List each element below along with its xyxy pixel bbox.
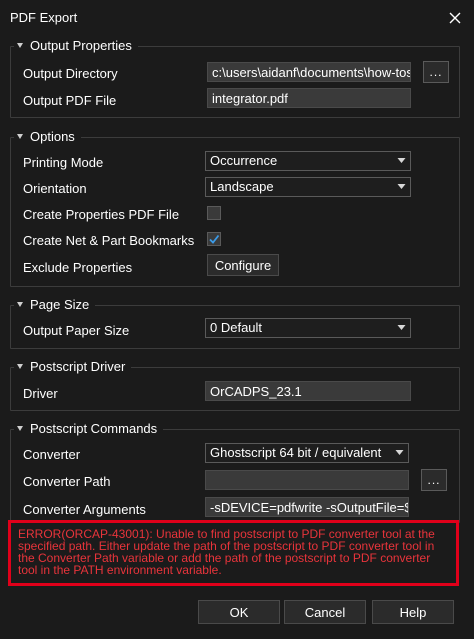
output-directory-label: Output Directory <box>23 66 118 81</box>
orientation-value: Landscape <box>210 179 274 194</box>
converter-arguments-input[interactable]: -sDEVICE=pdfwrite -sOutputFile=$::ca <box>205 497 409 517</box>
converter-path-label: Converter Path <box>23 474 111 489</box>
postscript-commands-title: Postscript Commands <box>30 421 158 436</box>
converter-value: Ghostscript 64 bit / equivalent <box>210 445 382 460</box>
output-paper-size-select[interactable]: 0 Default <box>205 318 411 338</box>
window-title: PDF Export <box>10 10 78 25</box>
output-pdf-file-input[interactable]: integrator.pdf <box>207 88 411 108</box>
error-message-box: ERROR(ORCAP-43001): Unable to find posts… <box>8 520 459 586</box>
collapse-caret-icon <box>17 133 23 139</box>
create-properties-checkbox[interactable] <box>207 206 221 220</box>
cancel-button[interactable]: Cancel <box>284 600 366 624</box>
page-size-title: Page Size <box>30 297 90 312</box>
ok-button[interactable]: OK <box>198 600 280 624</box>
output-paper-size-value: 0 Default <box>210 320 263 335</box>
collapse-caret-icon <box>17 425 23 431</box>
exclude-properties-label: Exclude Properties <box>23 260 133 275</box>
output-directory-input[interactable]: c:\users\aidanf\documents\how-tos\li <box>207 62 411 82</box>
postscript-driver-header[interactable]: Postscript Driver <box>14 359 132 374</box>
collapse-caret-icon <box>17 301 23 307</box>
chevron-down-icon <box>397 325 406 330</box>
orientation-select[interactable]: Landscape <box>205 177 411 197</box>
printing-mode-value: Occurrence <box>210 153 278 168</box>
title-bar: PDF Export <box>0 0 474 36</box>
chevron-down-icon <box>397 184 406 189</box>
error-message-text: ERROR(ORCAP-43001): Unable to find posts… <box>18 527 435 577</box>
converter-select[interactable]: Ghostscript 64 bit / equivalent <box>205 443 409 463</box>
options-title: Options <box>30 129 75 144</box>
printing-mode-label: Printing Mode <box>23 155 104 170</box>
postscript-driver-title: Postscript Driver <box>30 359 126 374</box>
driver-label: Driver <box>23 386 58 401</box>
help-button[interactable]: Help <box>372 600 454 624</box>
converter-path-input[interactable] <box>205 470 409 490</box>
chevron-down-icon <box>397 158 406 163</box>
orientation-label: Orientation <box>23 181 87 196</box>
driver-input[interactable]: OrCADPS_23.1 <box>205 381 411 401</box>
output-directory-browse-button[interactable]: ... <box>423 61 449 83</box>
checkmark-icon <box>209 234 220 244</box>
configure-button[interactable]: Configure <box>207 254 279 276</box>
collapse-caret-icon <box>17 42 23 48</box>
converter-label: Converter <box>23 447 81 462</box>
postscript-commands-header[interactable]: Postscript Commands <box>14 421 164 436</box>
create-properties-label: Create Properties PDF File <box>23 207 180 222</box>
printing-mode-select[interactable]: Occurrence <box>205 151 411 171</box>
page-size-header[interactable]: Page Size <box>14 297 96 312</box>
converter-path-browse-button[interactable]: ... <box>421 469 447 491</box>
output-properties-header[interactable]: Output Properties <box>14 38 138 53</box>
output-pdf-file-label: Output PDF File <box>23 93 117 108</box>
create-bookmarks-label: Create Net & Part Bookmarks <box>23 233 195 248</box>
output-paper-size-label: Output Paper Size <box>23 323 130 338</box>
converter-arguments-label: Converter Arguments <box>23 502 146 517</box>
close-icon <box>449 12 461 24</box>
create-bookmarks-checkbox[interactable] <box>207 232 221 246</box>
collapse-caret-icon <box>17 363 23 369</box>
close-button[interactable] <box>440 4 470 32</box>
output-properties-title: Output Properties <box>30 38 132 53</box>
chevron-down-icon <box>395 450 404 455</box>
options-header[interactable]: Options <box>14 129 81 144</box>
